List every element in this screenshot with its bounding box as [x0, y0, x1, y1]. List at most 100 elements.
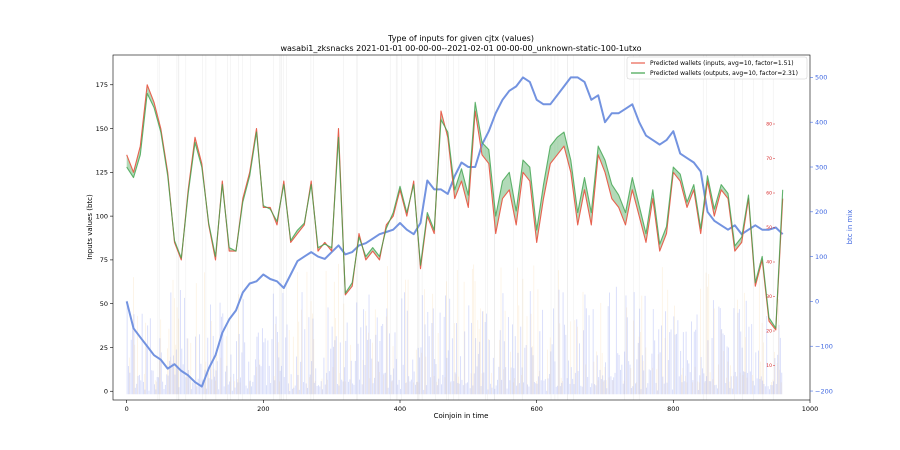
bar-blue: [717, 388, 718, 395]
bar-blue: [613, 377, 615, 395]
right-axis-label: btc in mix: [846, 210, 854, 245]
bar-orange: [526, 316, 528, 395]
bar-blue: [140, 380, 142, 395]
bar-blue: [390, 374, 392, 395]
bar-blue: [700, 357, 702, 395]
bar-blue: [533, 381, 535, 395]
bar-blue: [251, 386, 252, 395]
bar-blue: [536, 383, 538, 395]
bar-blue: [532, 355, 534, 395]
bar-blue: [130, 339, 132, 395]
bar-blue: [349, 379, 351, 395]
bar-blue: [747, 372, 749, 395]
bar-blue: [520, 326, 522, 395]
bar-blue: [324, 384, 326, 395]
bar-blue: [587, 376, 589, 395]
bar-blue: [267, 340, 269, 395]
bar-blue: [752, 380, 754, 395]
bar-blue: [283, 377, 285, 395]
bar-blue: [741, 347, 743, 395]
bar-blue: [640, 389, 642, 395]
bar-blue: [454, 372, 456, 395]
bar-blue: [134, 387, 136, 395]
bar-blue: [680, 350, 682, 395]
bar-blue: [546, 390, 548, 395]
bar-blue: [341, 379, 343, 395]
bar-blue: [625, 295, 627, 395]
bar-blue: [371, 358, 373, 395]
bar-blue: [389, 333, 390, 395]
bar-blue: [330, 348, 332, 395]
bar-blue: [359, 379, 360, 395]
bar-blue: [177, 365, 179, 395]
bar-blue: [495, 385, 497, 395]
bar-blue: [308, 317, 310, 395]
bar-blue: [711, 338, 713, 395]
bar-blue: [615, 286, 617, 395]
bar-blue: [220, 316, 222, 395]
bar-blue: [643, 370, 645, 395]
bar-blue: [630, 387, 632, 395]
bar-blue: [383, 373, 385, 395]
bar-blue: [635, 383, 636, 395]
bar-blue: [218, 389, 220, 395]
bar-blue: [555, 386, 557, 395]
red-tick-label: 40: [766, 260, 772, 266]
bar-orange: [758, 262, 760, 395]
bar-blue: [468, 305, 470, 395]
bar-blue: [482, 311, 483, 395]
bar-blue: [237, 382, 239, 395]
bar-blue: [462, 385, 464, 395]
bar-blue: [368, 294, 370, 395]
bar-blue: [204, 369, 206, 395]
bar-blue: [600, 379, 602, 395]
bar-blue: [669, 332, 671, 395]
bar-blue: [394, 332, 396, 395]
bar-blue: [327, 307, 329, 395]
bar-blue: [189, 377, 191, 395]
x-tick-label: 0: [125, 405, 129, 413]
bar-blue: [764, 386, 766, 395]
bar-blue: [357, 343, 359, 395]
bar-blue: [771, 385, 773, 395]
bar-blue: [427, 311, 429, 395]
y-tick-label: 25: [100, 344, 108, 352]
bar-blue: [186, 338, 188, 395]
bar-blue: [609, 292, 610, 395]
bar-blue: [319, 386, 321, 395]
bar-blue: [152, 370, 154, 395]
bar-blue: [592, 309, 594, 395]
bar-blue: [318, 385, 319, 395]
bar-blue: [718, 306, 720, 395]
bar-blue: [614, 372, 616, 395]
chart-subtitle: wasabi1_zksnacks 2021-01-01 00-00-00--20…: [280, 44, 641, 53]
bar-blue: [769, 389, 770, 395]
x-tick-label: 800: [667, 405, 679, 413]
bar-blue: [442, 374, 444, 395]
bar-blue: [174, 374, 176, 395]
bar-blue: [572, 378, 574, 395]
right-tick-label: −100: [815, 343, 833, 351]
bar-blue: [507, 317, 509, 395]
bar-blue: [457, 382, 459, 395]
bar-blue: [497, 379, 498, 395]
bar-blue: [345, 340, 347, 395]
bar-blue: [305, 383, 307, 395]
bar-blue: [629, 364, 631, 395]
bar-blue: [568, 360, 569, 395]
bar-blue: [450, 381, 452, 395]
bar-blue: [564, 324, 565, 395]
bar-blue: [264, 338, 266, 395]
bar-blue: [509, 380, 511, 395]
bar-blue: [184, 297, 185, 395]
bar-blue: [300, 361, 302, 395]
bar-orange: [288, 329, 290, 395]
bar-blue: [762, 380, 764, 395]
bar-blue: [673, 316, 675, 395]
bar-blue: [650, 370, 651, 395]
y-tick-label: 75: [100, 256, 108, 264]
bar-blue: [540, 380, 542, 395]
bar-blue: [386, 308, 388, 395]
bar-orange: [178, 318, 179, 395]
bar-blue: [687, 360, 688, 395]
